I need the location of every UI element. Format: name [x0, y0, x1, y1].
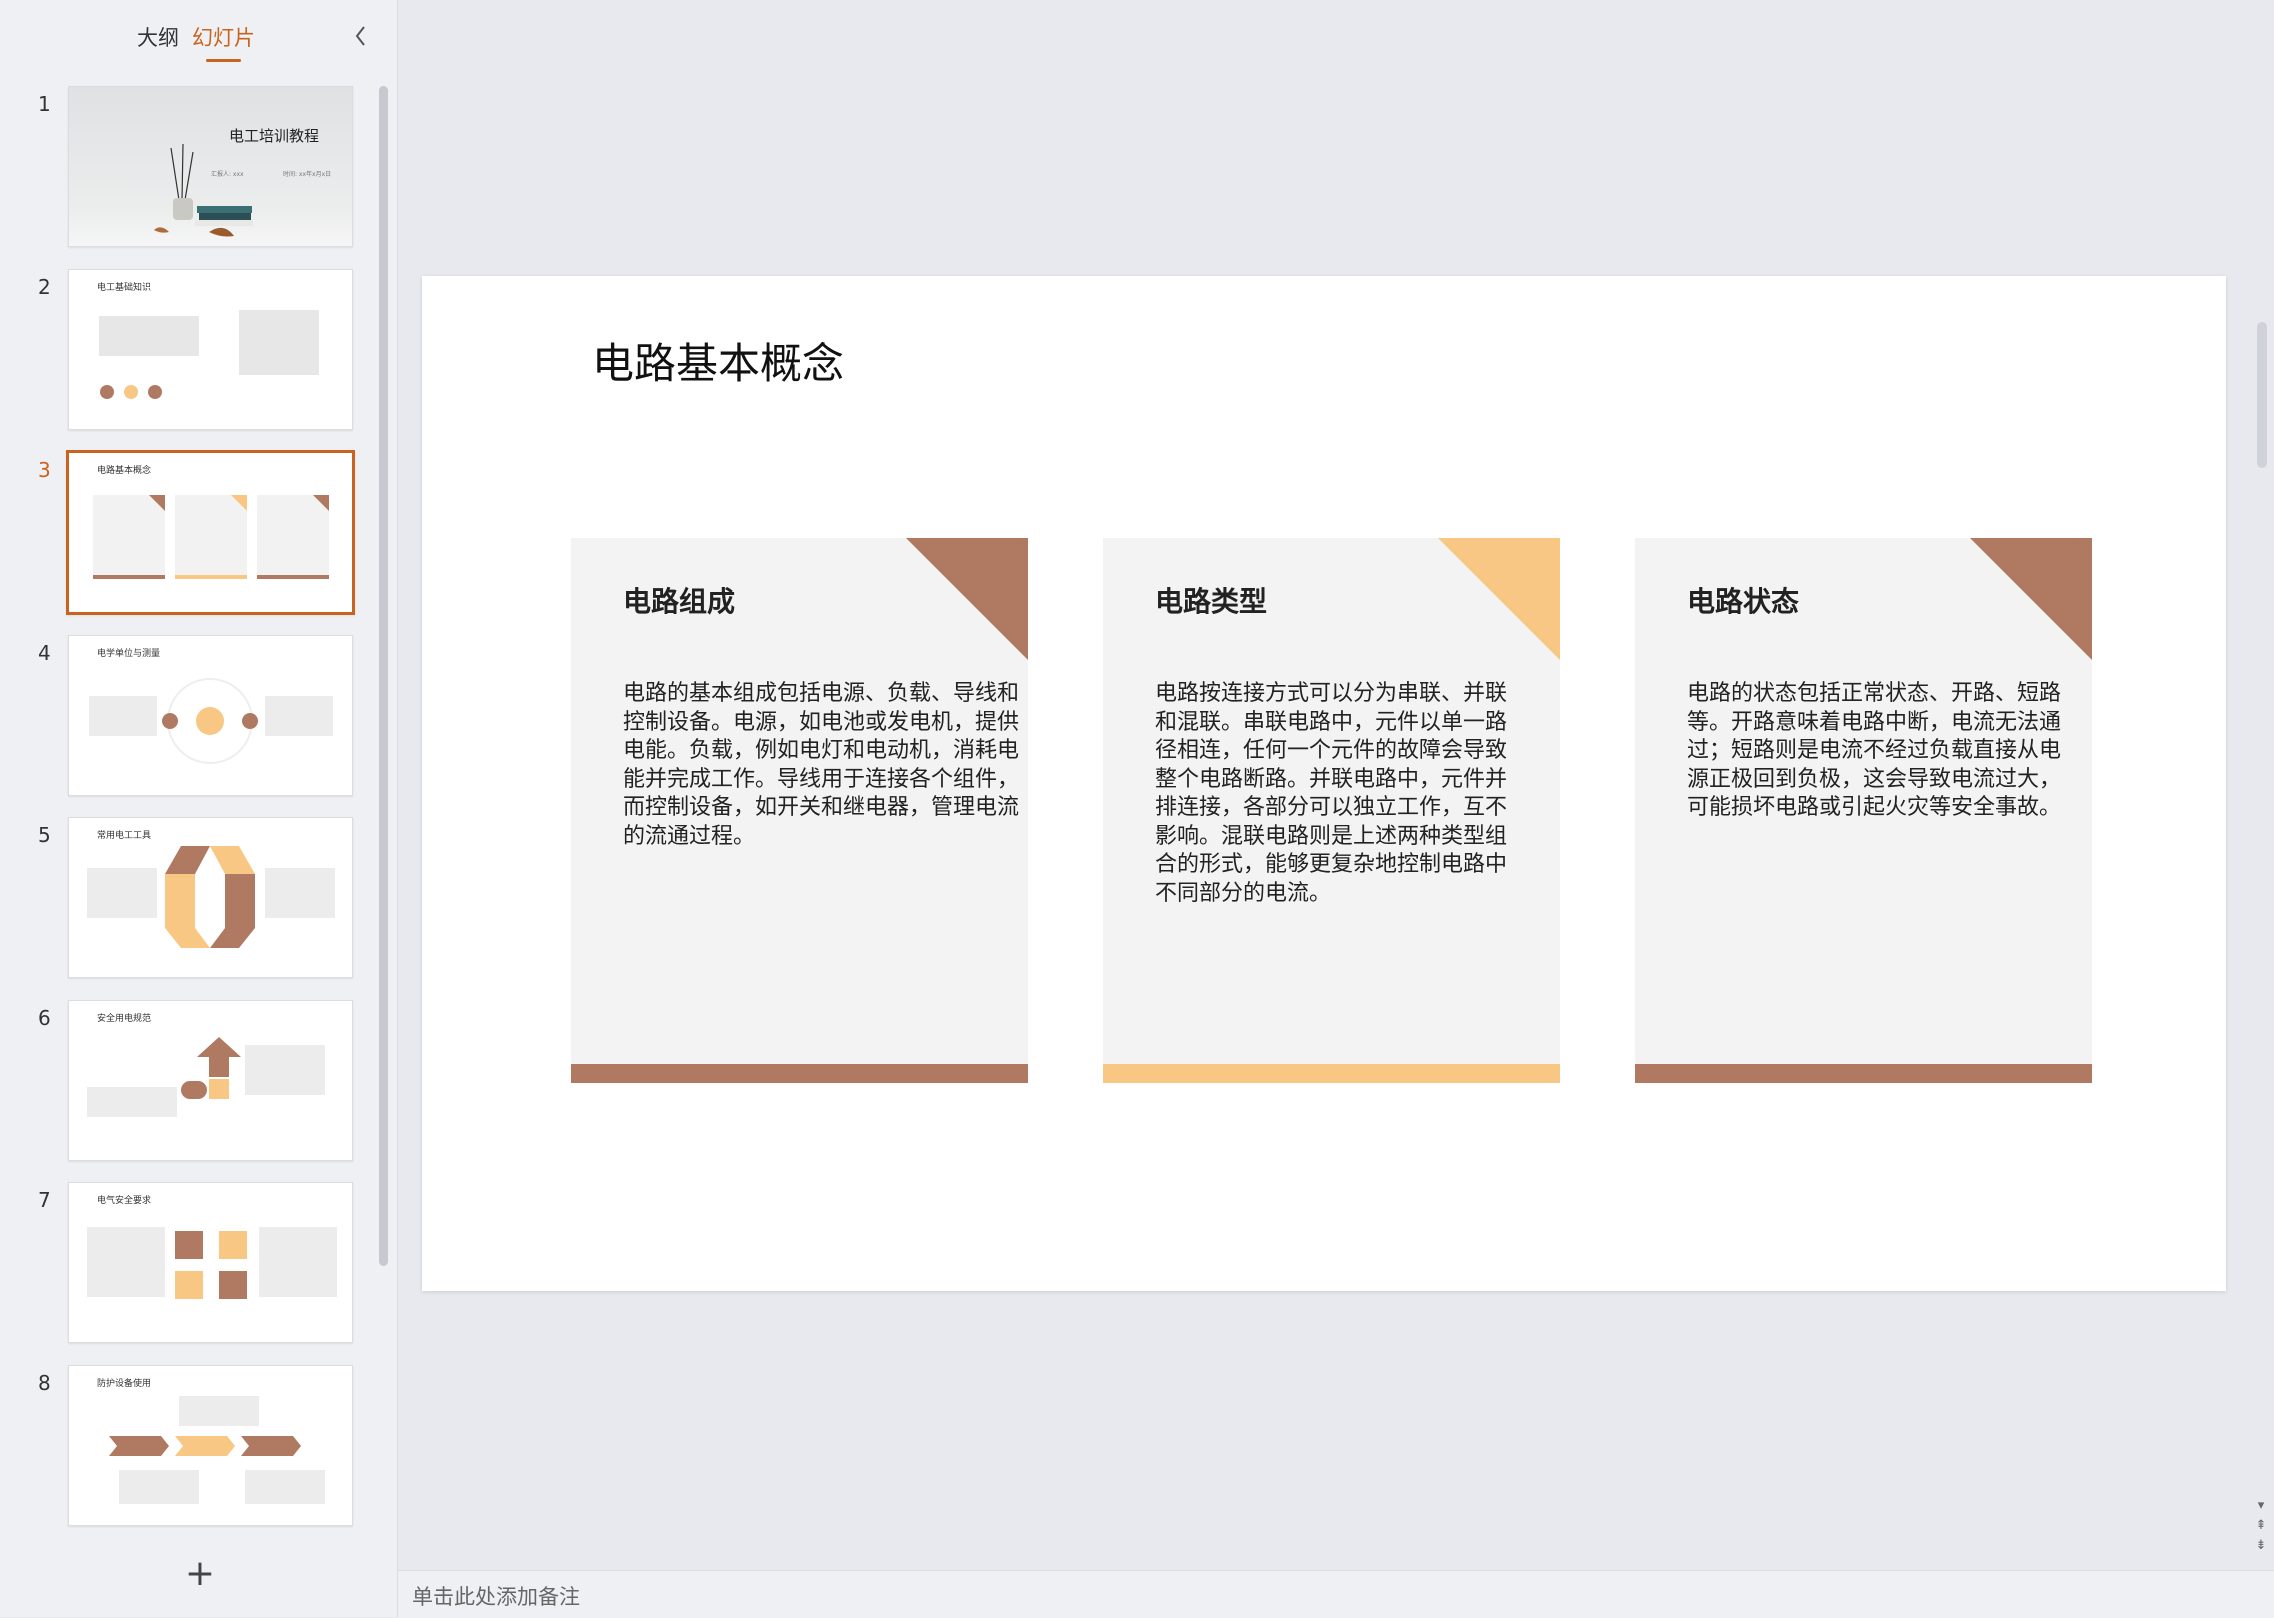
- slide-preview: 防护设备使用: [68, 1365, 353, 1526]
- card-corner-decoration: [906, 538, 1028, 660]
- slide-thumbnail-7[interactable]: 7 电气安全要求: [0, 1182, 370, 1343]
- slide-preview: 电工基础知识: [68, 269, 353, 430]
- slide-thumbnail-3[interactable]: 3 电路基本概念: [0, 450, 370, 615]
- slide-canvas[interactable]: 电路基本概念 电路组成 电路的基本组成包括电源、负载、导线和控制设备。电源，如电…: [422, 276, 2226, 1291]
- slide-number: 3: [38, 458, 51, 482]
- cover-still-life-image: [154, 143, 253, 237]
- slide-thumbnail-6[interactable]: 6 安全用电规范: [0, 1000, 370, 1161]
- collapse-panel-icon[interactable]: [350, 22, 372, 50]
- slide-number: 5: [38, 823, 51, 847]
- slide-preview-selected: 电路基本概念: [66, 450, 355, 615]
- card-heading: 电路组成: [623, 585, 736, 618]
- notes-placeholder[interactable]: 单击此处添加备注: [412, 1581, 580, 1611]
- cover-title: 电工培训教程: [229, 127, 320, 145]
- card-bottom-bar: [1635, 1064, 2092, 1083]
- slide-number: 7: [38, 1188, 51, 1212]
- slide-preview: 电工培训教程 汇报人: xxx 时间: xx年x月x日: [68, 86, 353, 247]
- notes-pane[interactable]: 单击此处添加备注: [398, 1570, 2274, 1618]
- slide-preview: 安全用电规范: [68, 1000, 353, 1161]
- slide-number: 1: [38, 92, 51, 116]
- card-circuit-states[interactable]: 电路状态 电路的状态包括正常状态、开路、短路等。开路意味着电路中断，电流无法通过…: [1635, 538, 2092, 1083]
- thumb-content: [87, 846, 335, 948]
- panel-scrollbar[interactable]: [379, 86, 388, 1266]
- scroll-down-icon[interactable]: ▾: [2252, 1496, 2270, 1516]
- slide-number: 6: [38, 1006, 51, 1030]
- add-slide-button[interactable]: +: [182, 1556, 218, 1592]
- card-heading: 电路类型: [1155, 585, 1268, 618]
- page-nav-arrows: ▾ ⇞ ⇟: [2252, 1496, 2270, 1556]
- slide-number: 4: [38, 641, 51, 665]
- card-bottom-bar: [1103, 1064, 1560, 1083]
- slide-number: 8: [38, 1371, 51, 1395]
- tab-slides[interactable]: 幻灯片: [192, 22, 255, 62]
- slide-thumbnail-4[interactable]: 4 电学单位与测量: [0, 635, 370, 796]
- card-corner-decoration: [1438, 538, 1560, 660]
- slide-title[interactable]: 电路基本概念: [592, 330, 844, 391]
- previous-slide-icon[interactable]: ⇞: [2252, 1516, 2270, 1536]
- panel-tabs: 大纲 幻灯片: [0, 22, 397, 62]
- slide-thumbnail-8[interactable]: 8 防护设备使用: [0, 1365, 370, 1526]
- card-circuit-types[interactable]: 电路类型 电路按连接方式可以分为串联、并联和混联。串联电路中，元件以单一路径相连…: [1103, 538, 1560, 1083]
- card-body: 电路的基本组成包括电源、负载、导线和控制设备。电源，如电池或发电机，提供电能。负…: [623, 681, 1020, 849]
- card-body: 电路的状态包括正常状态、开路、短路等。开路意味着电路中断，电流无法通过；短路则是…: [1687, 681, 2062, 820]
- cover-presenter: 汇报人: xxx: [211, 171, 244, 178]
- card-body: 电路按连接方式可以分为串联、并联和混联。串联电路中，元件以单一路径相连，任何一个…: [1155, 681, 1508, 906]
- thumb-content: [93, 495, 329, 579]
- tab-outline[interactable]: 大纲: [137, 22, 179, 52]
- slide-thumbnail-2[interactable]: 2 电工基础知识: [0, 269, 370, 430]
- card-bottom-bar: [571, 1064, 1028, 1083]
- slide-preview: 电气安全要求: [68, 1182, 353, 1343]
- slide-number: 2: [38, 275, 51, 299]
- next-slide-icon[interactable]: ⇟: [2252, 1536, 2270, 1556]
- thumb-content: [109, 1396, 325, 1504]
- slide-thumbnail-5[interactable]: 5 常用电工工具: [0, 817, 370, 978]
- card-circuit-composition[interactable]: 电路组成 电路的基本组成包括电源、负载、导线和控制设备。电源，如电池或发电机，提…: [571, 538, 1028, 1083]
- slides-panel: 大纲 幻灯片 1 电工培训教程 汇报人: xxx 时间: xx年x月x日 2 电…: [0, 0, 398, 1617]
- thumb-content: [87, 1037, 325, 1117]
- thumb-content: [89, 678, 333, 764]
- slide-preview: 电学单位与测量: [68, 635, 353, 796]
- card-corner-decoration: [1970, 538, 2092, 660]
- thumb-content: [87, 1227, 337, 1299]
- card-heading: 电路状态: [1687, 585, 1800, 618]
- slide-preview: 常用电工工具: [68, 817, 353, 978]
- cover-date: 时间: xx年x月x日: [283, 171, 332, 178]
- thumb-content: [99, 310, 319, 399]
- slide-thumbnail-1[interactable]: 1 电工培训教程 汇报人: xxx 时间: xx年x月x日: [0, 86, 370, 247]
- editor-scrollbar[interactable]: [2257, 322, 2267, 468]
